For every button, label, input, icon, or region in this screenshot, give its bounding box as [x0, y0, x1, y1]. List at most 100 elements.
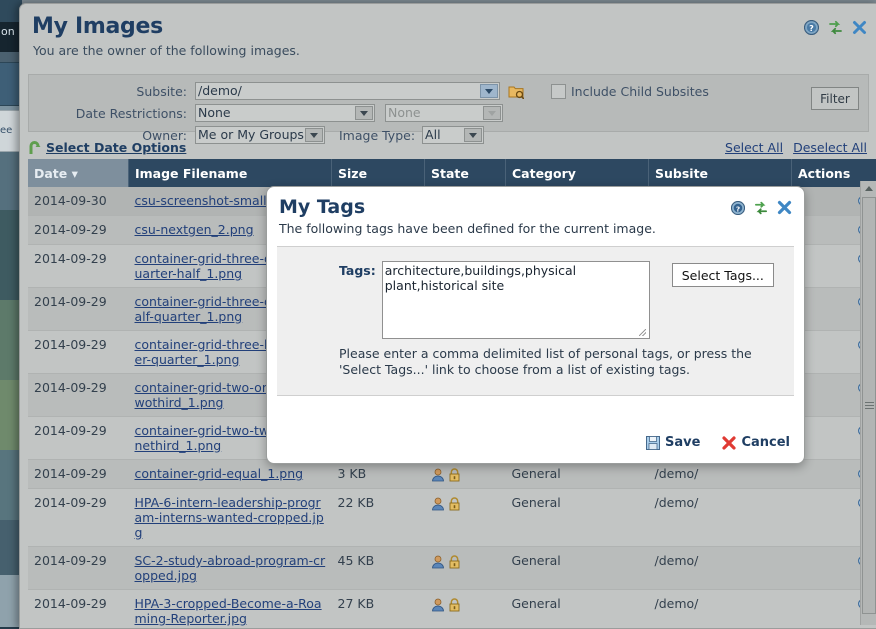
filter-button[interactable]: Filter: [811, 87, 859, 110]
vertical-scrollbar[interactable]: [860, 181, 876, 625]
table-row[interactable]: 2014-09-29HPA-6-intern-leadership-progra…: [28, 489, 876, 547]
owner-user-icon: [431, 598, 445, 612]
select-all-link[interactable]: Select All: [725, 140, 783, 155]
filename-link[interactable]: csu-nextgen_2.png: [135, 222, 254, 237]
cell-state: [425, 547, 506, 590]
date-restrictions-label: Date Restrictions:: [37, 106, 195, 121]
background-left-panel: [0, 62, 21, 106]
select-date-options-link[interactable]: Select Date Options: [46, 140, 186, 155]
subsite-value: /demo/: [198, 82, 242, 100]
filename-link[interactable]: HPA-6-intern-leadership-program-interns-…: [135, 495, 324, 540]
cell-size: 27 KB: [332, 590, 425, 629]
cell-date: 2014-09-29: [28, 489, 129, 547]
cell-date: 2014-09-29: [28, 547, 129, 590]
page-subtitle: You are the owner of the following image…: [33, 43, 876, 58]
table-head: Date ▾ Image Filename Size State Categor…: [28, 159, 876, 187]
owner-user-icon: [431, 555, 445, 569]
column-header-category[interactable]: Category: [506, 159, 649, 187]
cell-date: 2014-09-29: [28, 288, 129, 331]
date-restrictions-row: Date Restrictions: None None: [37, 103, 860, 123]
filename-link[interactable]: container-grid-equal_1.png: [135, 466, 304, 481]
lock-icon: [448, 598, 461, 612]
close-icon[interactable]: [777, 200, 792, 215]
svg-text:?: ?: [736, 204, 740, 213]
dialog-footer: Save Cancel: [646, 435, 790, 450]
background-left-panel-2: ee: [0, 110, 21, 152]
cell-size: 45 KB: [332, 547, 425, 590]
include-child-subsites-row[interactable]: Include Child Subsites: [551, 84, 709, 99]
refresh-icon[interactable]: [828, 20, 843, 35]
deselect-all-link[interactable]: Deselect All: [793, 140, 867, 155]
window-header-icons: ?: [804, 20, 867, 35]
cancel-button[interactable]: Cancel: [722, 435, 790, 450]
cell-subsite: /demo/: [649, 590, 792, 629]
lock-icon: [448, 555, 461, 569]
column-header-filename[interactable]: Image Filename: [129, 159, 332, 187]
subsite-row: Subsite: /demo/ Include Child Subsites: [37, 81, 860, 101]
tags-row: Tags: architecture,buildings,physical pl…: [277, 261, 794, 339]
filename-link[interactable]: SC-2-study-abroad-program-cropped.jpg: [135, 553, 326, 583]
column-header-date[interactable]: Date ▾: [28, 159, 129, 187]
cell-date: 2014-09-29: [28, 245, 129, 288]
owner-user-icon: [431, 497, 445, 511]
help-icon[interactable]: ?: [731, 201, 745, 215]
date-restrictions-select[interactable]: None: [195, 104, 375, 122]
select-tags-button[interactable]: Select Tags...: [672, 263, 774, 287]
folder-search-icon[interactable]: [508, 84, 524, 99]
subsite-select[interactable]: /demo/: [195, 82, 500, 100]
resize-grip-icon[interactable]: [639, 329, 646, 336]
chevron-down-icon[interactable]: [480, 84, 498, 98]
cancel-x-icon: [722, 436, 736, 450]
cell-subsite: /demo/: [649, 547, 792, 590]
column-header-subsite[interactable]: Subsite: [649, 159, 792, 187]
date-second-select: None: [385, 104, 503, 122]
cell-state: [425, 489, 506, 547]
tags-label: Tags:: [339, 261, 376, 278]
dialog-body: Tags: architecture,buildings,physical pl…: [277, 246, 794, 396]
include-child-subsites-label: Include Child Subsites: [571, 84, 709, 99]
include-child-subsites-checkbox[interactable]: [551, 84, 566, 99]
scrollbar-grip: [865, 402, 874, 409]
refresh-icon[interactable]: [754, 201, 768, 215]
dialog-subtitle: The following tags have been defined for…: [279, 221, 792, 236]
scroll-up-button[interactable]: [861, 181, 876, 196]
cell-size: 22 KB: [332, 489, 425, 547]
filter-bar: Subsite: /demo/ Include Child Subsites D…: [28, 74, 869, 132]
select-links: Select All Deselect All: [725, 140, 867, 155]
filename-link[interactable]: HPA-3-cropped-Become-a-Roaming-Reporter.…: [135, 596, 322, 626]
tags-input[interactable]: architecture,buildings,physical plant,hi…: [382, 261, 650, 339]
table-row[interactable]: 2014-09-29HPA-3-cropped-Become-a-Roaming…: [28, 590, 876, 629]
close-icon[interactable]: [852, 20, 867, 35]
table-row[interactable]: 2014-09-29SC-2-study-abroad-program-crop…: [28, 547, 876, 590]
arrow-curve-icon: [28, 140, 41, 155]
subsite-label: Subsite:: [37, 84, 195, 99]
column-header-size[interactable]: Size: [332, 159, 425, 187]
dialog-title: My Tags: [279, 196, 792, 218]
save-button[interactable]: Save: [646, 435, 700, 450]
sort-desc-icon: ▾: [72, 166, 78, 181]
cell-filename: HPA-6-intern-leadership-program-interns-…: [129, 489, 332, 547]
tags-input-value: architecture,buildings,physical plant,hi…: [385, 263, 576, 293]
date-restrictions-value: None: [198, 104, 231, 122]
page-title: My Images: [32, 14, 876, 39]
cell-date: 2014-09-29: [28, 216, 129, 245]
scrollbar-thumb[interactable]: [862, 197, 876, 614]
date-second-value: None: [388, 104, 421, 122]
options-row: Select Date Options Select All Deselect …: [28, 137, 869, 157]
help-icon[interactable]: ?: [804, 20, 819, 35]
lock-icon: [448, 497, 461, 511]
cell-category: General: [506, 547, 649, 590]
column-header-state[interactable]: State: [425, 159, 506, 187]
chevron-down-icon: [483, 106, 501, 120]
chevron-down-icon[interactable]: [355, 106, 373, 120]
cell-filename: HPA-3-cropped-Become-a-Roaming-Reporter.…: [129, 590, 332, 629]
dialog-header: My Tags The following tags have been def…: [267, 187, 804, 242]
my-images-window: My Images You are the owner of the follo…: [19, 3, 876, 629]
cell-subsite: /demo/: [649, 489, 792, 547]
save-label: Save: [665, 435, 700, 450]
cell-state: [425, 590, 506, 629]
cell-category: General: [506, 590, 649, 629]
dialog-header-icons: ?: [731, 200, 792, 215]
cell-date: 2014-09-29: [28, 417, 129, 460]
cell-date: 2014-09-29: [28, 460, 129, 489]
